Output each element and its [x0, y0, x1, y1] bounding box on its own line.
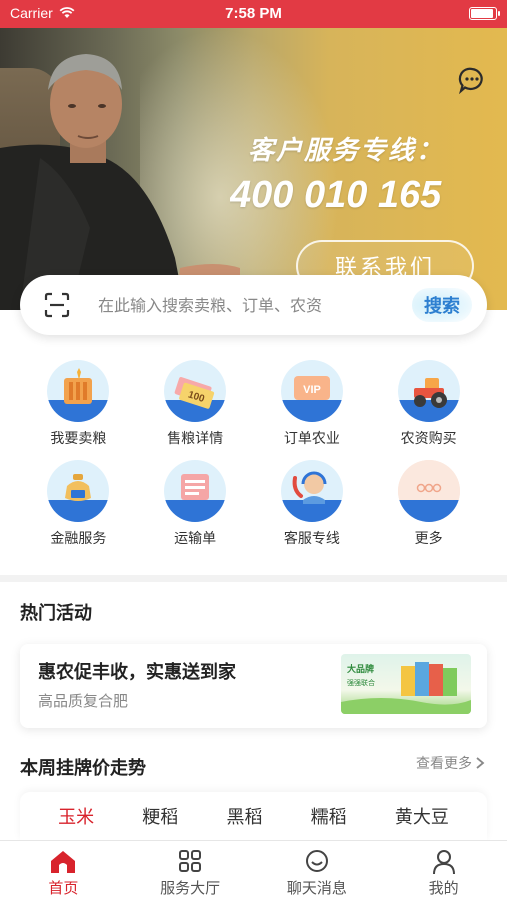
search-button[interactable]: 搜索 [412, 288, 472, 322]
search-bar: 搜索 [20, 275, 487, 335]
promo-card-image: 大品牌 强强联合 [341, 654, 471, 714]
svg-text:强强联合: 强强联合 [347, 678, 375, 687]
scan-icon[interactable] [44, 292, 70, 318]
battery-icon [469, 7, 500, 20]
farmer-illustration [0, 54, 240, 310]
service-hotline-title: 客户服务专线： [248, 136, 445, 166]
ticket-icon: 100 [164, 360, 227, 422]
tab-soybean[interactable]: 黄大豆 [395, 803, 449, 829]
tab-corn[interactable]: 玉米 [58, 803, 94, 829]
tab-chat[interactable]: 聊天消息 [254, 841, 381, 900]
tab-mine[interactable]: 我的 [380, 841, 507, 900]
service-transport-order[interactable]: 运输单 [137, 460, 254, 550]
services-panel: 我要卖粮 100 售粮详情 VIP 订单农业 农资购买 金融服务 运输单 客服专… [0, 310, 507, 575]
grain-type-tabs: 玉米 粳稻 黑稻 糯稻 黄大豆 [20, 792, 487, 840]
grid-icon [179, 850, 202, 872]
service-label: 订单农业 [283, 431, 340, 447]
service-label: 售粮详情 [167, 431, 224, 447]
tab-service-hall[interactable]: 服务大厅 [127, 841, 254, 900]
service-finance[interactable]: 金融服务 [20, 460, 137, 550]
status-bar: Carrier 7:58 PM [0, 0, 507, 28]
vip-card-icon: VIP [280, 360, 343, 422]
hero-banner[interactable]: 客户服务专线： 400 010 165 联系我们 [0, 28, 507, 310]
tab-label: 服务大厅 [160, 879, 221, 897]
message-icon[interactable] [458, 66, 486, 94]
customer-service-icon [280, 460, 343, 522]
tab-label: 聊天消息 [286, 879, 347, 897]
service-grid: 我要卖粮 100 售粮详情 VIP 订单农业 农资购买 金融服务 运输单 客服专… [20, 360, 487, 550]
price-trend-title: 本周挂牌价走势 [20, 758, 146, 779]
svg-text:VIP: VIP [303, 384, 321, 396]
service-label: 我要卖粮 [50, 431, 107, 447]
promo-card[interactable]: 惠农促丰收，实惠送到家 高品质复合肥 大品牌 强强联合 [20, 644, 487, 728]
money-bag-icon [47, 460, 110, 522]
person-icon [432, 850, 455, 875]
more-icon [397, 460, 460, 522]
document-icon [164, 460, 227, 522]
service-more[interactable]: 更多 [370, 460, 487, 550]
grain-silo-icon [47, 360, 110, 422]
promo-card-title: 惠农促丰收，实惠送到家 [38, 662, 236, 683]
tab-home[interactable]: 首页 [0, 841, 127, 900]
service-phone-number: 400 010 165 [230, 174, 442, 216]
view-more-label: 查看更多 [416, 756, 472, 772]
bottom-tab-bar: 首页 服务大厅 聊天消息 我的 [0, 840, 507, 900]
service-label: 更多 [414, 531, 443, 547]
chat-icon [305, 850, 328, 872]
service-sell-grain[interactable]: 我要卖粮 [20, 360, 137, 450]
service-label: 运输单 [174, 531, 217, 547]
service-supplies-purchase[interactable]: 农资购买 [370, 360, 487, 450]
service-hotline[interactable]: 客服专线 [254, 460, 371, 550]
tab-black-rice[interactable]: 黑稻 [226, 803, 262, 829]
service-sale-details[interactable]: 100 售粮详情 [137, 360, 254, 450]
service-label: 客服专线 [283, 531, 340, 547]
view-more-link[interactable]: 查看更多 [416, 753, 485, 773]
tab-japonica-rice[interactable]: 粳稻 [142, 803, 178, 829]
service-label: 农资购买 [400, 431, 457, 447]
status-time: 7:58 PM [225, 5, 282, 22]
promo-image-text: 大品牌 [347, 663, 374, 675]
home-icon [51, 851, 76, 873]
tab-label: 我的 [428, 879, 459, 897]
hot-activity-title: 热门活动 [20, 603, 92, 624]
tractor-icon [397, 360, 460, 422]
chevron-right-icon [476, 757, 485, 769]
tab-label: 首页 [48, 879, 79, 897]
search-input[interactable] [98, 293, 388, 317]
hot-activity-section: 热门活动 惠农促丰收，实惠送到家 高品质复合肥 大品牌 强强联合 本周挂牌价走势… [0, 582, 507, 840]
tab-glutinous-rice[interactable]: 糯稻 [311, 803, 347, 829]
service-order-agriculture[interactable]: VIP 订单农业 [254, 360, 371, 450]
service-label: 金融服务 [50, 531, 107, 547]
promo-card-subtitle: 高品质复合肥 [38, 692, 129, 710]
